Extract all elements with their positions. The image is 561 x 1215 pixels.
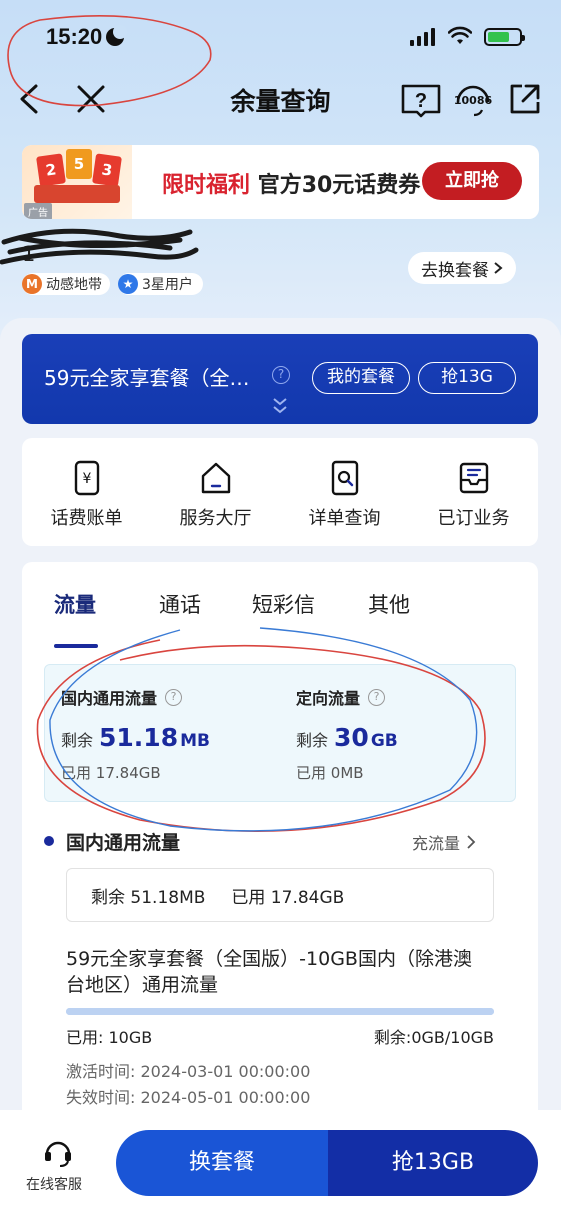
expiration-time: 失效时间: 2024-05-01 00:00:00 bbox=[66, 1088, 311, 1107]
svg-text:?: ? bbox=[415, 90, 427, 112]
ad-banner[interactable]: 2 5 3 广告 限时福利 官方30元话费券 立即抢 bbox=[22, 145, 539, 219]
menu-item-detail-query[interactable]: 详单查询 bbox=[280, 438, 409, 546]
switch-plan-button[interactable]: 去换套餐 bbox=[408, 252, 516, 284]
svg-text:¥: ¥ bbox=[82, 471, 91, 487]
my-plan-button[interactable]: 我的套餐 bbox=[312, 362, 410, 394]
bill-icon: ¥ bbox=[74, 460, 99, 496]
tab-other[interactable]: 其他 bbox=[368, 589, 410, 619]
package-remaining: 剩余:0GB/10GB bbox=[373, 1028, 494, 1047]
general-used-value: 17.84GB bbox=[95, 764, 161, 782]
usage-summary: 国内通用流量? 剩余 51.18 MB 已用 17.84GB 定向流量? 剩余 30 G… bbox=[44, 664, 516, 802]
menu-label: 已订业务 bbox=[437, 508, 510, 529]
menu-item-service-hall[interactable]: 服务大厅 bbox=[151, 438, 280, 546]
moon-icon bbox=[106, 25, 128, 46]
directed-remaining-unit: GB bbox=[370, 731, 398, 751]
general-remaining-unit: MB bbox=[180, 731, 210, 751]
section-title: 国内通用流量 bbox=[66, 832, 181, 854]
share-icon[interactable] bbox=[508, 82, 542, 116]
ad-box-label: 5 bbox=[66, 149, 92, 179]
remaining-label: 剩余 bbox=[296, 731, 329, 750]
question-icon[interactable]: ? bbox=[165, 688, 183, 706]
question-icon[interactable]: ? bbox=[272, 366, 290, 384]
directed-used-value: 0MB bbox=[330, 764, 364, 782]
online-service-label: 在线客服 bbox=[26, 1177, 82, 1193]
inbox-icon bbox=[459, 462, 488, 494]
ad-box-label: 2 bbox=[36, 153, 66, 187]
expand-chevron-icon[interactable] bbox=[270, 396, 290, 416]
section-bullet bbox=[44, 836, 54, 846]
usage-progress-bar bbox=[66, 1008, 494, 1015]
used-label: 已用 bbox=[61, 764, 92, 782]
usage-card: 流量 通话 短彩信 其他 国内通用流量? 剩余 51.18 MB 已用 17.84G… bbox=[22, 562, 538, 1122]
plan-card[interactable]: 59元全家享套餐（全… ? 我的套餐 抢13G bbox=[22, 334, 538, 424]
menu-item-subscriptions[interactable]: 已订业务 bbox=[409, 438, 538, 546]
customer-service-10086-button[interactable]: 10086 bbox=[452, 80, 494, 118]
search-doc-icon bbox=[331, 460, 358, 496]
directed-remaining-value: 30 bbox=[334, 723, 369, 752]
package-used: 已用: 10GB bbox=[66, 1028, 153, 1047]
tab-underline bbox=[54, 644, 98, 648]
used-label: 已用 bbox=[296, 764, 327, 782]
quick-menu: ¥ 话费账单 服务大厅 详单查询 已订业务 bbox=[22, 438, 538, 546]
redaction-scribble bbox=[0, 228, 199, 265]
battery-icon bbox=[484, 28, 525, 46]
brand-tag: M 动感地带 bbox=[22, 273, 110, 295]
directed-data-block[interactable]: 定向流量? 剩余 30 GB 已用 0MB bbox=[296, 685, 398, 783]
activation-time: 激活时间: 2024-03-01 00:00:00 bbox=[66, 1062, 311, 1081]
menu-label: 服务大厅 bbox=[179, 508, 252, 529]
service-number: 10086 bbox=[453, 94, 493, 107]
usage-progress-fill bbox=[66, 1008, 494, 1015]
menu-label: 话费账单 bbox=[50, 508, 123, 529]
general-data-block[interactable]: 国内通用流量? 剩余 51.18 MB 已用 17.84GB bbox=[61, 685, 210, 783]
star-icon: ★ bbox=[118, 274, 138, 294]
package-name: 59元全家享套餐（全国版）-10GB国内（除港澳台地区）通用流量 bbox=[66, 948, 472, 996]
bottom-action-bar: 在线客服 换套餐 抢13GB bbox=[0, 1110, 561, 1215]
signal-icon bbox=[410, 28, 435, 46]
headset-icon bbox=[45, 1141, 71, 1167]
grab-13gb-button[interactable]: 抢13GB bbox=[328, 1130, 538, 1196]
change-plan-button[interactable]: 换套餐 bbox=[116, 1130, 328, 1196]
menu-label: 详单查询 bbox=[308, 508, 381, 529]
ad-grab-button[interactable]: 立即抢 bbox=[422, 162, 522, 200]
help-book-icon[interactable]: ? bbox=[400, 80, 442, 118]
ad-text: 限时福利 官方30元话费券 bbox=[162, 173, 421, 198]
ad-tag: 广告 bbox=[24, 203, 52, 219]
grab-13g-button[interactable]: 抢13G bbox=[418, 362, 516, 394]
plan-name: 59元全家享套餐（全… bbox=[44, 366, 250, 390]
tab-data[interactable]: 流量 bbox=[54, 589, 96, 619]
menu-item-bill[interactable]: ¥ 话费账单 bbox=[22, 438, 151, 546]
general-remaining-value: 51.18 bbox=[99, 723, 179, 752]
home-icon bbox=[201, 462, 230, 494]
tab-sms[interactable]: 短彩信 bbox=[252, 589, 315, 619]
ad-box-label: 3 bbox=[92, 153, 122, 187]
question-icon[interactable]: ? bbox=[368, 688, 386, 706]
brand-icon: M bbox=[22, 274, 42, 294]
chevron-right-icon bbox=[494, 262, 503, 274]
chevron-right-icon bbox=[467, 835, 476, 849]
remaining-label: 剩余 bbox=[61, 731, 94, 750]
tab-bar: 流量 通话 短彩信 其他 bbox=[22, 584, 538, 648]
tab-calls[interactable]: 通话 bbox=[159, 589, 201, 619]
summary-used: 已用 17.84GB bbox=[231, 887, 345, 908]
level-tag: ★ 3星用户 bbox=[118, 273, 203, 295]
back-icon[interactable] bbox=[14, 82, 44, 116]
general-data-title: 国内通用流量 bbox=[61, 689, 158, 708]
close-icon[interactable] bbox=[74, 82, 108, 116]
recharge-link[interactable]: 充流量 bbox=[412, 830, 476, 854]
summary-remaining: 剩余 51.18MB bbox=[91, 887, 206, 908]
directed-data-title: 定向流量 bbox=[296, 689, 361, 708]
status-time: 15:20 bbox=[46, 24, 128, 50]
usage-summary-box: 剩余 51.18MB 已用 17.84GB bbox=[66, 868, 494, 922]
wifi-icon bbox=[448, 26, 472, 44]
